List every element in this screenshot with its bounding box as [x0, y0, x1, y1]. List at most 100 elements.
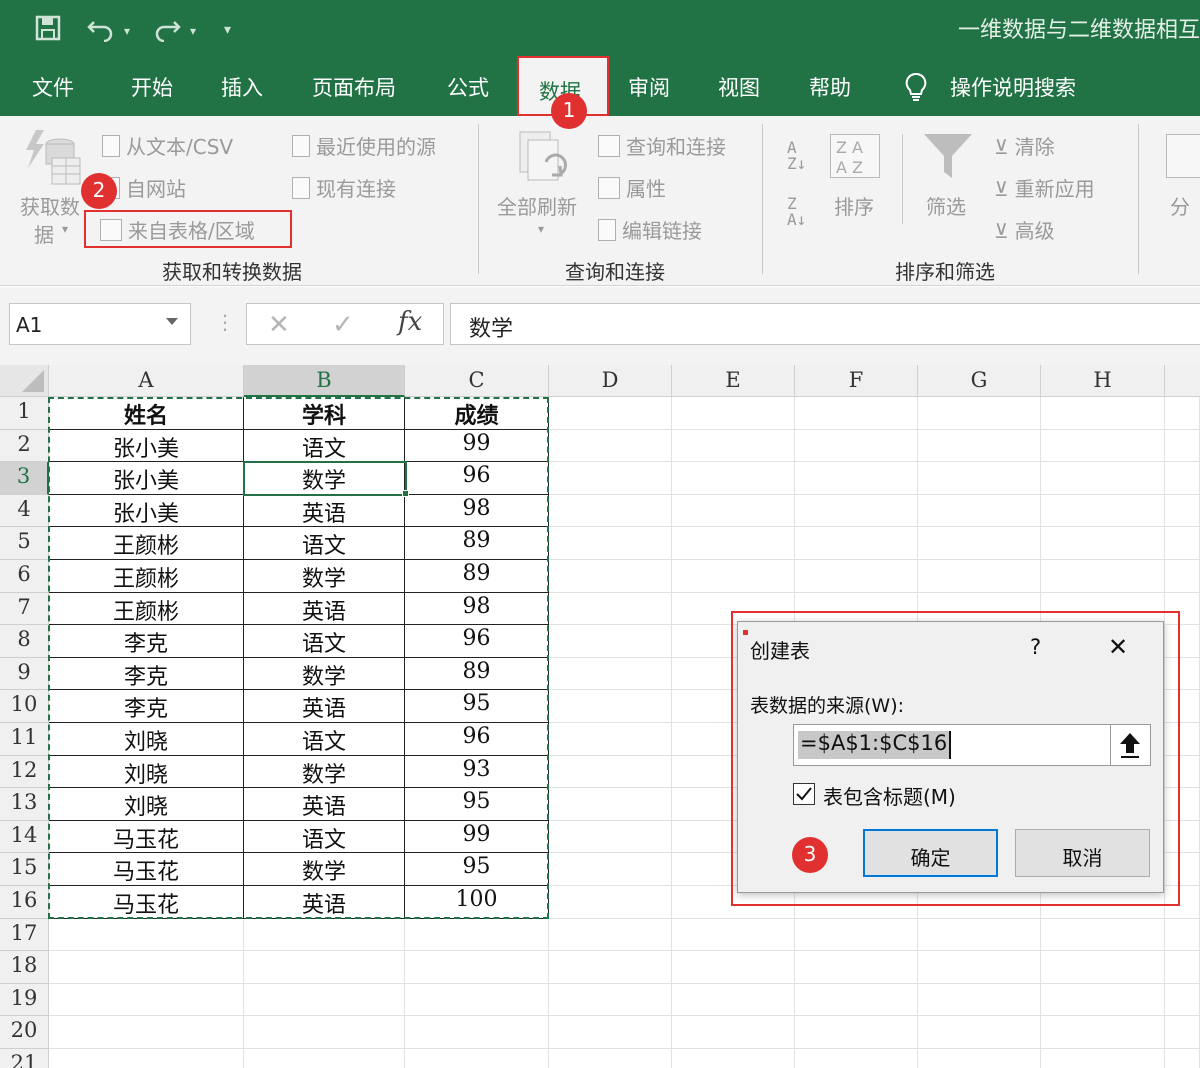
cell[interactable]	[549, 560, 672, 593]
column-header-a[interactable]: A	[49, 365, 244, 397]
cell[interactable]	[1165, 494, 1200, 528]
cell[interactable]	[672, 918, 795, 952]
cell[interactable]	[1041, 527, 1165, 560]
cell[interactable]	[549, 1016, 672, 1049]
confirm-edit-icon[interactable]: ✓	[332, 310, 354, 340]
row-header-21[interactable]: 21	[0, 1049, 49, 1068]
cell[interactable]	[672, 983, 795, 1017]
cell[interactable]	[918, 560, 1041, 593]
cancel-edit-icon[interactable]: ✕	[268, 310, 290, 340]
cell[interactable]	[49, 1016, 244, 1049]
cell[interactable]	[1041, 1049, 1165, 1068]
cell[interactable]	[549, 690, 672, 723]
cell[interactable]	[549, 494, 672, 528]
cell[interactable]	[795, 397, 918, 430]
cell[interactable]	[795, 1016, 918, 1049]
row-header-15[interactable]: 15	[0, 853, 49, 886]
row-header-20[interactable]: 20	[0, 1016, 49, 1049]
sort-ascending-icon[interactable]: A Z↓	[787, 140, 806, 172]
refresh-all-button[interactable]: 全部刷新	[497, 191, 577, 220]
row-header-1[interactable]: 1	[0, 397, 49, 430]
column-header-c[interactable]: C	[405, 365, 549, 397]
cell[interactable]	[918, 983, 1041, 1017]
recent-sources-button[interactable]: 最近使用的源	[292, 131, 436, 160]
customize-qat-icon[interactable]: ▾	[224, 22, 231, 38]
cell[interactable]	[672, 462, 795, 495]
cell[interactable]	[795, 951, 918, 984]
column-header-b[interactable]: B	[244, 365, 405, 397]
cell[interactable]	[549, 853, 672, 886]
cell[interactable]	[1165, 951, 1200, 984]
cell[interactable]	[549, 918, 672, 952]
column-header-f[interactable]: F	[795, 365, 918, 397]
cell[interactable]	[405, 918, 549, 952]
name-box-dropdown-icon[interactable]	[166, 318, 178, 325]
cell[interactable]	[918, 951, 1041, 984]
column-header-e[interactable]: E	[672, 365, 795, 397]
cell[interactable]	[244, 951, 405, 984]
column-header-partial[interactable]	[1165, 365, 1200, 397]
cell[interactable]	[49, 1049, 244, 1068]
insert-function-icon[interactable]: fx	[398, 307, 422, 337]
cell[interactable]	[1041, 397, 1165, 430]
tab-file[interactable]: 文件	[32, 72, 74, 102]
cell[interactable]	[672, 494, 795, 528]
cell[interactable]	[549, 755, 672, 789]
cell[interactable]	[549, 723, 672, 756]
cell[interactable]	[244, 1016, 405, 1049]
row-header-4[interactable]: 4	[0, 494, 49, 528]
cell[interactable]	[549, 657, 672, 691]
cell[interactable]	[1165, 527, 1200, 560]
cell[interactable]	[1165, 918, 1200, 952]
cell[interactable]	[549, 951, 672, 984]
cell[interactable]	[672, 1016, 795, 1049]
cell[interactable]	[49, 951, 244, 984]
cell[interactable]	[1041, 918, 1165, 952]
cell[interactable]	[918, 462, 1041, 495]
cell[interactable]	[1165, 397, 1200, 430]
name-box[interactable]: A1	[9, 303, 191, 345]
cell[interactable]	[549, 1049, 672, 1068]
cell[interactable]	[1165, 983, 1200, 1017]
cell[interactable]	[1041, 983, 1165, 1017]
properties-button[interactable]: 属性	[598, 173, 666, 202]
cell[interactable]	[244, 983, 405, 1017]
row-header-19[interactable]: 19	[0, 983, 49, 1017]
cell[interactable]	[918, 397, 1041, 430]
row-header-12[interactable]: 12	[0, 755, 49, 789]
cell[interactable]	[549, 397, 672, 430]
fill-handle[interactable]	[402, 490, 409, 497]
cell[interactable]	[795, 560, 918, 593]
row-header-7[interactable]: 7	[0, 592, 49, 626]
cell[interactable]	[1165, 1049, 1200, 1068]
column-header-d[interactable]: D	[549, 365, 672, 397]
cell[interactable]	[918, 494, 1041, 528]
text-to-columns-button[interactable]: 分	[1170, 191, 1190, 220]
cell[interactable]	[918, 429, 1041, 463]
get-data-button[interactable]: 获取数	[20, 191, 80, 220]
cell[interactable]	[549, 820, 672, 854]
sort-button[interactable]: 排序	[834, 191, 874, 220]
cell[interactable]	[672, 527, 795, 560]
cell[interactable]	[672, 429, 795, 463]
cell[interactable]	[405, 983, 549, 1017]
cell[interactable]	[244, 918, 405, 952]
cell[interactable]	[549, 625, 672, 658]
row-header-16[interactable]: 16	[0, 886, 49, 919]
redo-dropdown-icon[interactable]: ▾	[190, 24, 196, 38]
cell[interactable]	[1041, 951, 1165, 984]
from-text-csv-button[interactable]: 从文本/CSV	[102, 131, 233, 160]
cell[interactable]	[549, 527, 672, 560]
cell[interactable]	[405, 951, 549, 984]
row-header-13[interactable]: 13	[0, 788, 49, 821]
row-header-2[interactable]: 2	[0, 429, 49, 463]
row-header-8[interactable]: 8	[0, 625, 49, 658]
cell[interactable]	[672, 397, 795, 430]
tab-page-layout[interactable]: 页面布局	[312, 72, 396, 102]
filter-button[interactable]: 筛选	[926, 191, 966, 220]
cell[interactable]	[795, 983, 918, 1017]
cell[interactable]	[1165, 462, 1200, 495]
existing-connections-button[interactable]: 现有连接	[292, 173, 396, 202]
row-header-17[interactable]: 17	[0, 918, 49, 952]
row-header-18[interactable]: 18	[0, 951, 49, 984]
